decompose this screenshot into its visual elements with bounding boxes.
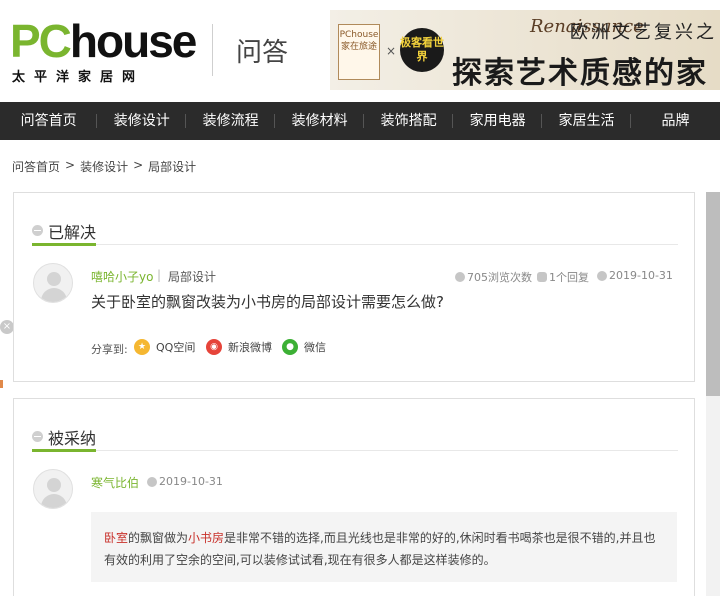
logo-wordmark: PChouse (10, 18, 200, 64)
site-header: PChouse 太平洋家居网 问答 PChouse 家在旅途 × 极客看世界 R… (0, 0, 720, 102)
qzone-icon: ★ (134, 339, 150, 355)
nav-item-decor[interactable]: 装饰搭配 (364, 102, 454, 140)
share-wechat-button[interactable]: ● 微信 (282, 339, 326, 355)
header-divider (212, 24, 213, 76)
date-text: 2019-10-31 (609, 269, 673, 282)
eye-icon (455, 272, 465, 282)
answer-card: 被采纳 寒气比伯 2019-10-31 卧室的飘窗做为小书房是非常不错的选择,而… (13, 398, 695, 596)
breadcrumb-local-design[interactable]: 局部设计 (148, 158, 196, 175)
nav-item-life[interactable]: 家居生活 (542, 102, 632, 140)
question-date: 2019-10-31 (597, 269, 673, 282)
clock-icon (147, 476, 157, 487)
answer-date: 2019-10-31 (147, 475, 223, 488)
section-title: 问答 (236, 38, 289, 68)
avatar[interactable] (33, 263, 73, 303)
breadcrumb-design[interactable]: 装修设计 (80, 158, 128, 175)
question-status: 已解决 (48, 223, 97, 242)
question-title: 关于卧室的飘窗改装为小书房的局部设计需要怎么做? (91, 293, 444, 311)
minus-circle-icon (32, 225, 43, 236)
banner-badge: 极客看世界 (400, 28, 444, 72)
question-card-header: 已解决 (32, 217, 678, 246)
reply-text: 1个回复 (549, 271, 589, 284)
banner-main-text: 探索艺术质感的家 (452, 56, 708, 90)
share-qzone-button[interactable]: ★ QQ空间 (134, 339, 195, 355)
nav-item-appliances[interactable]: 家用电器 (453, 102, 543, 140)
share-wechat-label: 微信 (304, 341, 326, 354)
side-marker (0, 380, 3, 388)
breadcrumb-separator: > (65, 158, 76, 172)
breadcrumb-separator: > (133, 158, 144, 172)
banner-cross: × (386, 44, 397, 58)
answer-status: 被采纳 (48, 429, 97, 448)
answer-text-part: 的飘窗做为 (128, 531, 189, 545)
banner-top-text: 欧洲文艺复兴之 (570, 22, 717, 43)
asker-name[interactable]: 嘻哈小子yo (91, 268, 153, 285)
breadcrumb-qa-home[interactable]: 问答首页 (12, 158, 60, 175)
share-label: 分享到: (91, 343, 128, 356)
comment-icon (537, 272, 547, 282)
wechat-icon: ● (282, 339, 298, 355)
banner-tag: PChouse 家在旅途 (338, 24, 380, 80)
views-count: 705浏览次数 (455, 269, 532, 285)
views-text: 705浏览次数 (467, 271, 532, 284)
logo-pc: PC (10, 15, 72, 67)
answer-date-text: 2019-10-31 (159, 475, 223, 488)
weibo-icon: ◉ (206, 339, 222, 355)
pchouse-logo[interactable]: PChouse 太平洋家居网 (10, 18, 200, 85)
keyword-link[interactable]: 小书房 (188, 531, 224, 545)
logo-house: house (69, 15, 197, 67)
nav-item-materials[interactable]: 装修材料 (275, 102, 365, 140)
answer-card-header: 被采纳 (32, 423, 678, 452)
nav-item-design[interactable]: 装修设计 (97, 102, 187, 140)
share-weibo-button[interactable]: ◉ 新浪微博 (206, 339, 272, 355)
keyword-link[interactable]: 卧室 (104, 531, 128, 545)
clock-icon (597, 270, 607, 281)
answerer-name[interactable]: 寒气比伯 (91, 474, 139, 491)
share-weibo-label: 新浪微博 (228, 341, 272, 354)
share-qzone-label: QQ空间 (156, 341, 196, 354)
question-card: 已解决 嘻哈小子yo | 局部设计 705浏览次数 1个回复 2019-10-3… (13, 192, 695, 382)
answer-body: 卧室的飘窗做为小书房是非常不错的选择,而且光线也是非常的好的,休闲时看书喝茶也是… (91, 512, 677, 582)
nav-item-qa-home[interactable]: 问答首页 (0, 102, 98, 140)
nav-item-brand[interactable]: 品牌 (631, 102, 720, 140)
logo-subtitle: 太平洋家居网 (12, 70, 145, 85)
avatar[interactable] (33, 469, 73, 509)
answer-text: 卧室的飘窗做为小书房是非常不错的选择,而且光线也是非常的好的,休闲时看书喝茶也是… (104, 527, 664, 571)
scrollbar-thumb[interactable] (706, 192, 720, 396)
breadcrumb: 问答首页 > 装修设计 > 局部设计 (12, 158, 196, 175)
close-icon[interactable]: × (0, 320, 14, 334)
reply-count: 1个回复 (537, 269, 589, 285)
main-nav: 问答首页 装修设计 装修流程 装修材料 装饰搭配 家用电器 家居生活 品牌 (0, 102, 720, 140)
ad-banner[interactable]: PChouse 家在旅途 × 极客看世界 Renaissance 欧洲文艺复兴之… (330, 10, 720, 90)
header-underline (32, 449, 96, 452)
header-underline (32, 243, 96, 246)
nav-item-process[interactable]: 装修流程 (186, 102, 276, 140)
minus-circle-icon (32, 431, 43, 442)
meta-divider: | (157, 268, 162, 282)
question-category[interactable]: 局部设计 (168, 268, 216, 285)
